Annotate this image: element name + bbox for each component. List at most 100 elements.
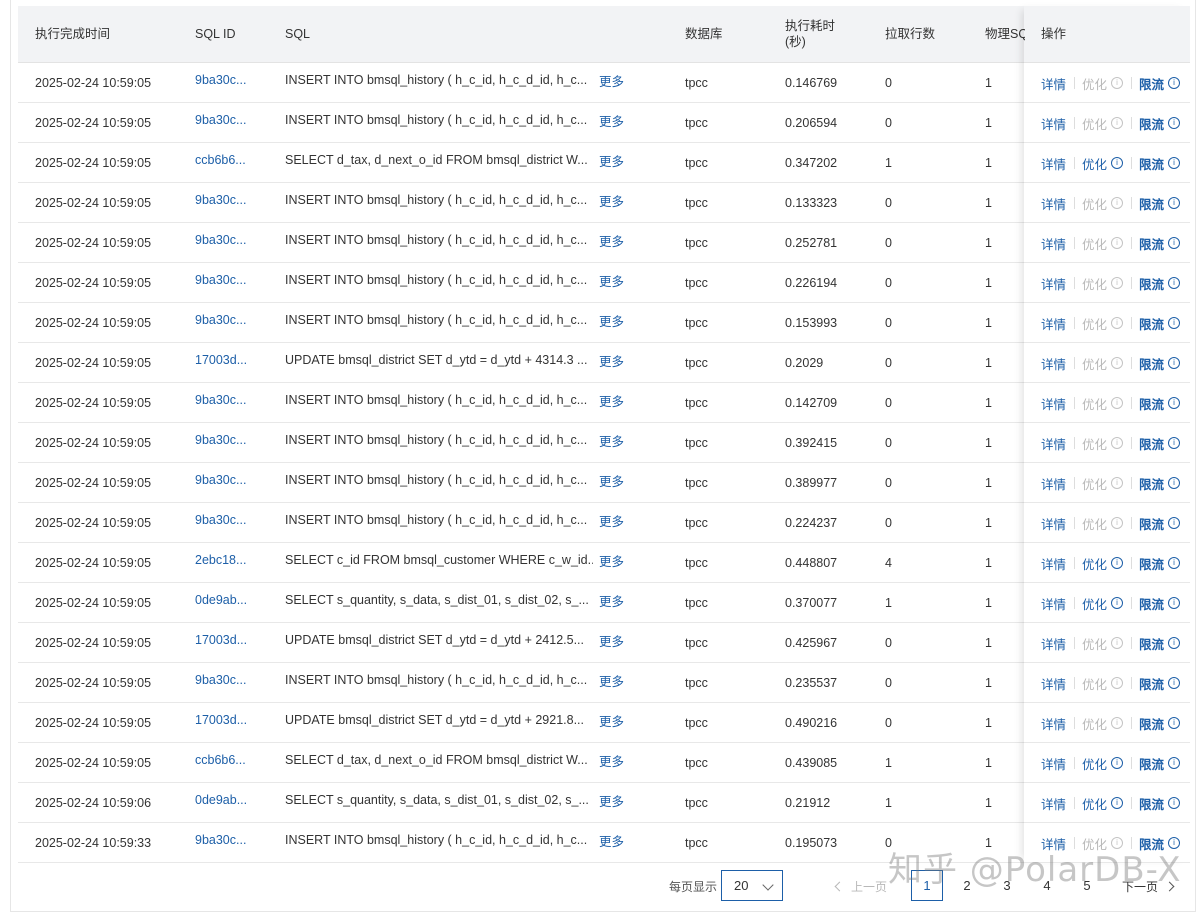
more-link[interactable]: 更多 (599, 140, 624, 180)
detail-link[interactable]: 详情 (1041, 343, 1066, 383)
throttle-link[interactable]: 限流 i (1139, 343, 1181, 383)
detail-link[interactable]: 详情 (1041, 303, 1066, 343)
col-header-rows-fetched[interactable]: 拉取行数 (885, 6, 935, 62)
page-button-5[interactable]: 5 (1071, 870, 1103, 901)
optimize-link[interactable]: 优化 i (1082, 63, 1124, 103)
col-header-time[interactable]: 执行完成时间 (35, 6, 110, 62)
optimize-link[interactable]: 优化 i (1082, 183, 1124, 223)
cell-sql-id-link[interactable]: ccb6b6... (195, 140, 246, 180)
cell-sql-id-link[interactable]: 9ba30c... (195, 500, 246, 540)
optimize-link[interactable]: 优化 i (1082, 823, 1124, 863)
cell-sql-id-link[interactable]: 9ba30c... (195, 380, 246, 420)
optimize-link[interactable]: 优化 i (1082, 503, 1124, 543)
more-link[interactable]: 更多 (599, 260, 624, 300)
col-header-physical-sql[interactable]: 物理SQ (985, 6, 1025, 62)
page-button-1[interactable]: 1 (911, 870, 943, 901)
cell-sql-id-link[interactable]: 9ba30c... (195, 460, 246, 500)
more-link[interactable]: 更多 (599, 180, 624, 220)
cell-sql-id-link[interactable]: ccb6b6... (195, 740, 246, 780)
throttle-link[interactable]: 限流 i (1139, 103, 1181, 143)
col-header-database[interactable]: 数据库 (685, 6, 723, 62)
detail-link[interactable]: 详情 (1041, 103, 1066, 143)
cell-sql-id-link[interactable]: 17003d... (195, 700, 247, 740)
detail-link[interactable]: 详情 (1041, 423, 1066, 463)
optimize-link[interactable]: 优化 i (1082, 103, 1124, 143)
detail-link[interactable]: 详情 (1041, 663, 1066, 703)
more-link[interactable]: 更多 (599, 340, 624, 380)
cell-sql-id-link[interactable]: 9ba30c... (195, 180, 246, 220)
cell-sql-id-link[interactable]: 9ba30c... (195, 820, 246, 860)
detail-link[interactable]: 详情 (1041, 623, 1066, 663)
detail-link[interactable]: 详情 (1041, 223, 1066, 263)
throttle-link[interactable]: 限流 i (1139, 743, 1181, 783)
throttle-link[interactable]: 限流 i (1139, 183, 1181, 223)
detail-link[interactable]: 详情 (1041, 583, 1066, 623)
detail-link[interactable]: 详情 (1041, 263, 1066, 303)
throttle-link[interactable]: 限流 i (1139, 703, 1181, 743)
throttle-link[interactable]: 限流 i (1139, 663, 1181, 703)
cell-sql-id-link[interactable]: 9ba30c... (195, 420, 246, 460)
optimize-link[interactable]: 优化 i (1082, 143, 1124, 183)
more-link[interactable]: 更多 (599, 500, 624, 540)
page-button-3[interactable]: 3 (991, 870, 1023, 901)
throttle-link[interactable]: 限流 i (1139, 383, 1181, 423)
throttle-link[interactable]: 限流 i (1139, 503, 1181, 543)
more-link[interactable]: 更多 (599, 380, 624, 420)
throttle-link[interactable]: 限流 i (1139, 423, 1181, 463)
more-link[interactable]: 更多 (599, 660, 624, 700)
optimize-link[interactable]: 优化 i (1082, 223, 1124, 263)
more-link[interactable]: 更多 (599, 700, 624, 740)
cell-sql-id-link[interactable]: 2ebc18... (195, 540, 246, 580)
next-page-button[interactable]: 下一页 (1122, 878, 1175, 895)
more-link[interactable]: 更多 (599, 300, 624, 340)
throttle-link[interactable]: 限流 i (1139, 823, 1181, 863)
throttle-link[interactable]: 限流 i (1139, 583, 1181, 623)
cell-sql-id-link[interactable]: 9ba30c... (195, 60, 246, 100)
cell-sql-id-link[interactable]: 0de9ab... (195, 780, 247, 820)
optimize-link[interactable]: 优化 i (1082, 423, 1124, 463)
page-button-2[interactable]: 2 (951, 870, 983, 901)
cell-sql-id-link[interactable]: 17003d... (195, 340, 247, 380)
detail-link[interactable]: 详情 (1041, 463, 1066, 503)
optimize-link[interactable]: 优化 i (1082, 663, 1124, 703)
optimize-link[interactable]: 优化 i (1082, 583, 1124, 623)
throttle-link[interactable]: 限流 i (1139, 543, 1181, 583)
more-link[interactable]: 更多 (599, 780, 624, 820)
detail-link[interactable]: 详情 (1041, 383, 1066, 423)
detail-link[interactable]: 详情 (1041, 543, 1066, 583)
optimize-link[interactable]: 优化 i (1082, 343, 1124, 383)
more-link[interactable]: 更多 (599, 100, 624, 140)
detail-link[interactable]: 详情 (1041, 183, 1066, 223)
cell-sql-id-link[interactable]: 9ba30c... (195, 300, 246, 340)
cell-sql-id-link[interactable]: 9ba30c... (195, 220, 246, 260)
throttle-link[interactable]: 限流 i (1139, 783, 1181, 823)
throttle-link[interactable]: 限流 i (1139, 463, 1181, 503)
cell-sql-id-link[interactable]: 9ba30c... (195, 260, 246, 300)
cell-sql-id-link[interactable]: 17003d... (195, 620, 247, 660)
detail-link[interactable]: 详情 (1041, 823, 1066, 863)
detail-link[interactable]: 详情 (1041, 743, 1066, 783)
more-link[interactable]: 更多 (599, 460, 624, 500)
optimize-link[interactable]: 优化 i (1082, 303, 1124, 343)
throttle-link[interactable]: 限流 i (1139, 623, 1181, 663)
more-link[interactable]: 更多 (599, 420, 624, 460)
optimize-link[interactable]: 优化 i (1082, 263, 1124, 303)
more-link[interactable]: 更多 (599, 820, 624, 860)
page-size-select[interactable]: 20 (721, 870, 783, 901)
detail-link[interactable]: 详情 (1041, 783, 1066, 823)
col-header-exec-time[interactable]: 执行耗时 (秒) (785, 6, 835, 62)
col-header-sql-id[interactable]: SQL ID (195, 6, 236, 62)
more-link[interactable]: 更多 (599, 540, 624, 580)
more-link[interactable]: 更多 (599, 580, 624, 620)
detail-link[interactable]: 详情 (1041, 143, 1066, 183)
optimize-link[interactable]: 优化 i (1082, 703, 1124, 743)
more-link[interactable]: 更多 (599, 740, 624, 780)
optimize-link[interactable]: 优化 i (1082, 463, 1124, 503)
detail-link[interactable]: 详情 (1041, 63, 1066, 103)
page-button-4[interactable]: 4 (1031, 870, 1063, 901)
cell-sql-id-link[interactable]: 9ba30c... (195, 660, 246, 700)
throttle-link[interactable]: 限流 i (1139, 263, 1181, 303)
throttle-link[interactable]: 限流 i (1139, 143, 1181, 183)
cell-sql-id-link[interactable]: 9ba30c... (195, 100, 246, 140)
optimize-link[interactable]: 优化 i (1082, 623, 1124, 663)
